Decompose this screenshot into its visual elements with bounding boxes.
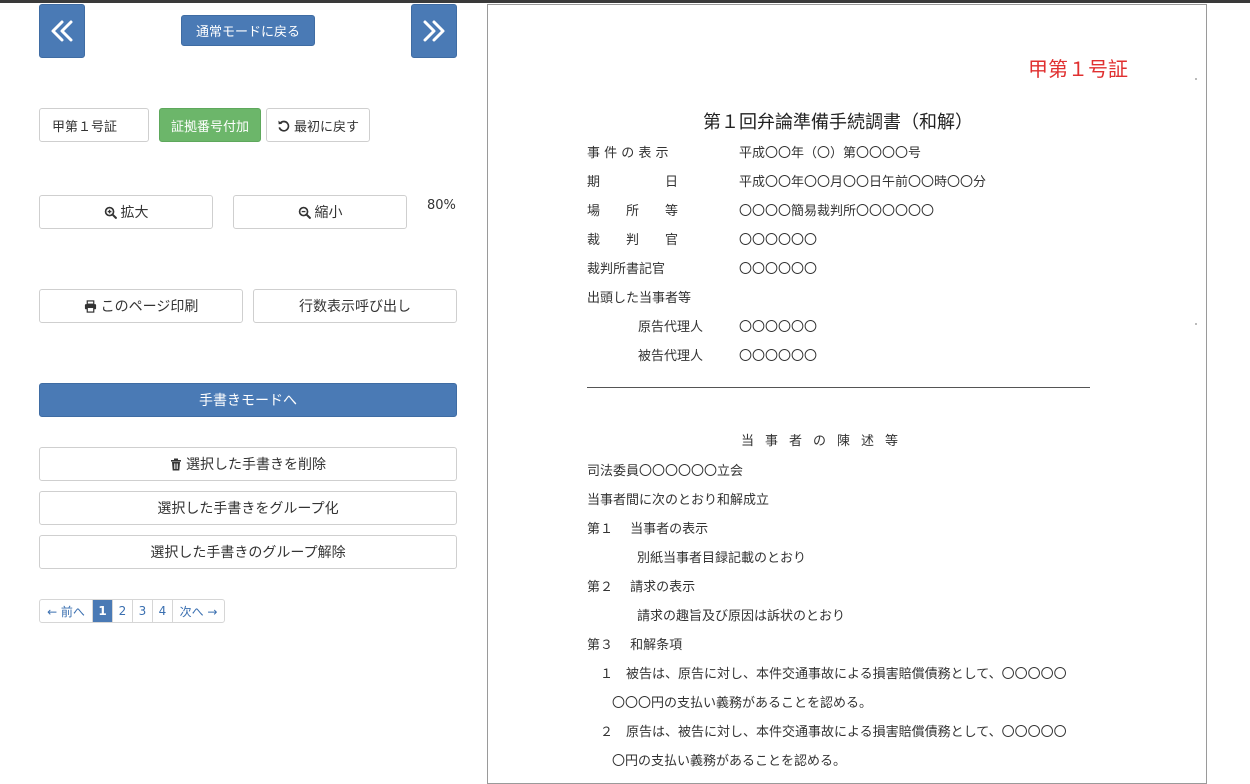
zoom-in-button[interactable]: 拡大	[39, 195, 213, 229]
double-chevron-right-icon	[421, 18, 447, 44]
printer-icon	[84, 299, 97, 313]
header-label: 裁 判 官	[587, 233, 679, 248]
header-label: 場 所 等	[587, 204, 679, 219]
body-line: 第２ 請求の表示	[587, 580, 696, 595]
scan-speck	[1195, 323, 1197, 325]
double-chevron-left-icon	[49, 18, 75, 44]
header-value: 平成〇〇年〇〇月〇〇日午前〇〇時〇〇分	[739, 175, 987, 190]
zoom-out-label: 縮小	[314, 205, 343, 221]
exhibit-number-input[interactable]	[39, 108, 149, 142]
zoom-in-label: 拡大	[120, 205, 149, 221]
header-value: 〇〇〇〇簡易裁判所〇〇〇〇〇〇	[739, 204, 935, 219]
body-line: 当事者間に次のとおり和解成立	[587, 493, 770, 508]
reset-label: 最初に戻す	[293, 119, 359, 135]
pagination-previous[interactable]: ← 前へ	[40, 600, 92, 622]
line-numbers-button[interactable]: 行数表示呼び出し	[253, 289, 457, 323]
ungroup-handwriting-button[interactable]: 選択した手書きのグループ解除	[39, 535, 457, 569]
pagination: ← 前へ 1 2 3 4 次へ →	[39, 599, 225, 623]
print-page-button[interactable]: このページ印刷	[39, 289, 243, 323]
delete-handwriting-button[interactable]: 選択した手書きを削除	[39, 447, 457, 481]
handwriting-mode-button[interactable]: 手書きモードへ	[39, 383, 457, 417]
header-value: 〇〇〇〇〇〇	[739, 262, 818, 277]
scan-speck	[1195, 78, 1197, 80]
zoom-in-icon	[104, 206, 117, 219]
group-handwriting-button[interactable]: 選択した手書きをグループ化	[39, 491, 457, 525]
top-border	[0, 0, 1250, 3]
normal-mode-button[interactable]: 通常モードに戻る	[181, 15, 315, 46]
body-line: 〇〇〇円の支払い義務があることを認める。	[612, 696, 873, 711]
pagination-next[interactable]: 次へ →	[172, 600, 224, 622]
header-value: 平成〇〇年（〇）第〇〇〇〇号	[739, 146, 922, 161]
pagination-page-4[interactable]: 4	[152, 600, 172, 622]
next-document-button[interactable]	[411, 4, 457, 58]
header-value: 〇〇〇〇〇〇	[739, 320, 818, 335]
exhibit-stamp: 甲第１号証	[1028, 57, 1128, 81]
body-line: ２ 原告は、被告に対し、本件交通事故による損害賠償債務として、〇〇〇〇〇	[600, 725, 1067, 740]
body-line: １ 被告は、原告に対し、本件交通事故による損害賠償債務として、〇〇〇〇〇	[600, 667, 1067, 682]
pagination-page-2[interactable]: 2	[112, 600, 132, 622]
divider	[587, 387, 1090, 388]
reset-button[interactable]: 最初に戻す	[266, 108, 370, 142]
body-line: 〇円の支払い義務があることを認める。	[612, 754, 847, 769]
header-value: 〇〇〇〇〇〇	[739, 349, 818, 364]
document-title: 第１回弁論準備手続調書（和解）	[703, 112, 973, 133]
header-label: 被告代理人	[638, 349, 704, 364]
print-page-label: このページ印刷	[100, 299, 199, 315]
zoom-out-button[interactable]: 縮小	[233, 195, 407, 229]
zoom-level: 80%	[427, 198, 456, 213]
header-value: 〇〇〇〇〇〇	[739, 233, 818, 248]
trash-icon	[170, 458, 182, 471]
body-line: 第３ 和解条項	[587, 638, 683, 653]
previous-document-button[interactable]	[39, 4, 85, 58]
header-label: 出頭した当事者等	[587, 291, 692, 306]
document-page[interactable]: 甲第１号証 第１回弁論準備手続調書（和解） 事 件 の 表 示 平成〇〇年（〇）…	[487, 4, 1207, 784]
undo-icon	[277, 119, 290, 132]
pagination-page-3[interactable]: 3	[132, 600, 152, 622]
body-line: 第１ 当事者の表示	[587, 522, 709, 537]
section-title: 当事者の陳述等	[741, 434, 910, 449]
pagination-page-1[interactable]: 1	[92, 600, 112, 622]
body-line: 請求の趣旨及び原因は訴状のとおり	[637, 609, 846, 624]
attach-exhibit-number-button[interactable]: 証拠番号付加	[159, 108, 261, 142]
header-label: 事 件 の 表 示	[587, 146, 669, 161]
header-label: 期 日	[587, 175, 679, 190]
body-line: 別紙当事者目録記載のとおり	[637, 551, 807, 566]
zoom-out-icon	[298, 206, 311, 219]
header-label: 裁判所書記官	[587, 262, 666, 277]
header-label: 原告代理人	[638, 320, 704, 335]
body-line: 司法委員〇〇〇〇〇〇立会	[587, 464, 744, 479]
delete-handwriting-label: 選択した手書きを削除	[186, 457, 326, 473]
